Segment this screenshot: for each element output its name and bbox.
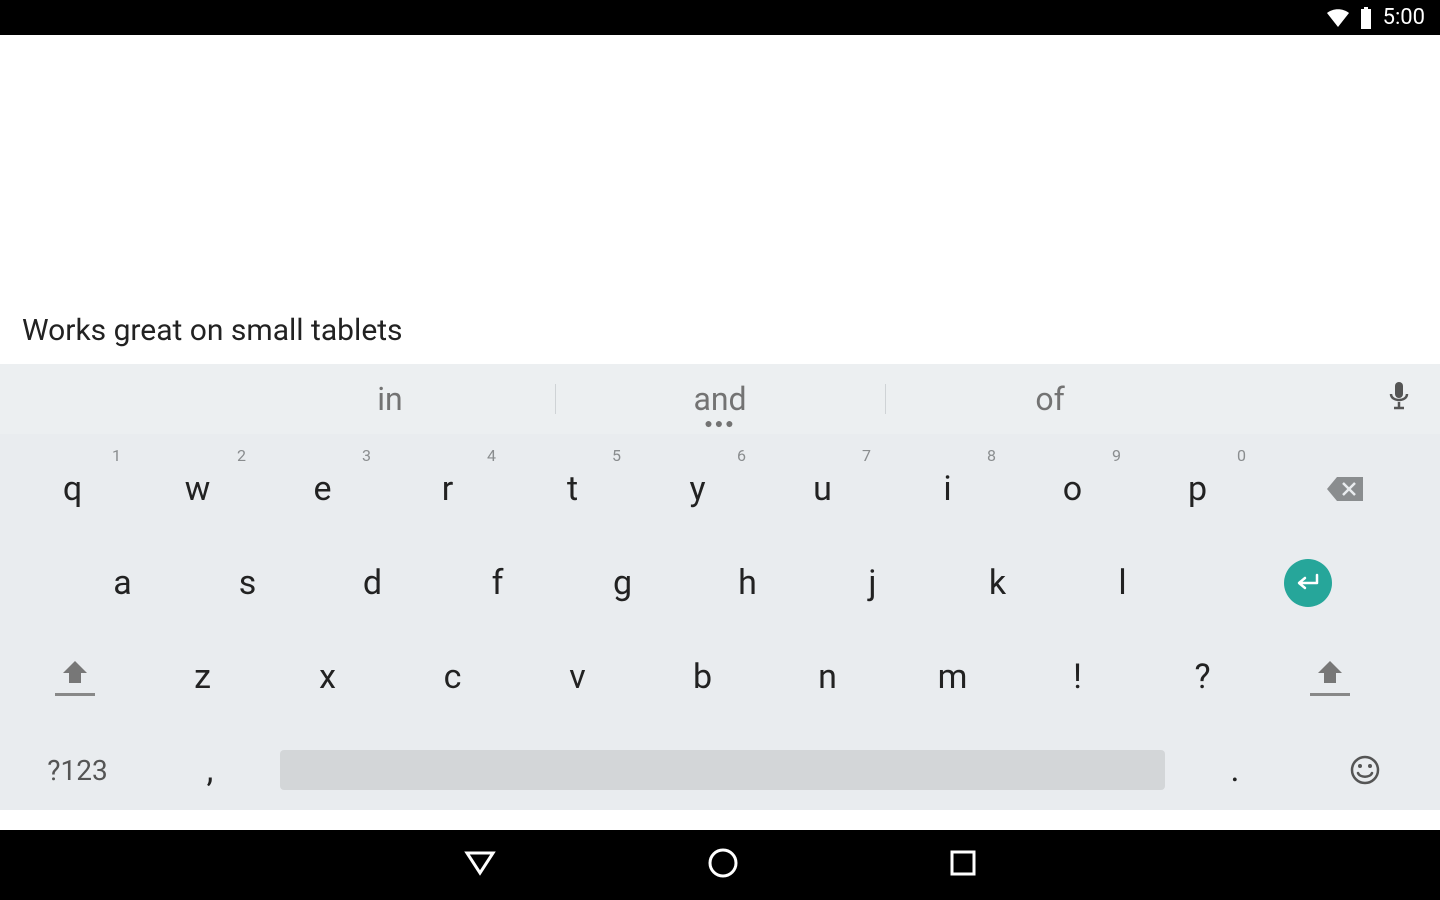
key-row-3: z x c v b n m ! ?: [0, 630, 1440, 724]
key-i[interactable]: i8: [885, 442, 1010, 536]
key-x[interactable]: x: [265, 630, 390, 724]
key-rows: q1 w2 e3 r4 t5 y6 u7 i8 o9 p0 a s d f g …: [0, 434, 1440, 810]
nav-back[interactable]: [463, 849, 497, 881]
suggestions: in and ●●● of: [0, 364, 1440, 434]
key-w[interactable]: w2: [135, 442, 260, 536]
key-exclaim[interactable]: !: [1015, 630, 1140, 724]
key-enter[interactable]: [1185, 536, 1430, 630]
text-input[interactable]: Works great on small tablets: [22, 313, 403, 348]
key-backspace[interactable]: [1260, 442, 1430, 536]
key-l[interactable]: l: [1060, 536, 1185, 630]
home-icon: [707, 847, 739, 879]
key-row-1: q1 w2 e3 r4 t5 y6 u7 i8 o9 p0: [0, 442, 1440, 536]
suggestion-2-label: and: [693, 380, 746, 418]
more-suggestions-icon: ●●●: [704, 415, 735, 432]
suggestion-1[interactable]: in: [225, 364, 555, 434]
suggestion-2[interactable]: and ●●●: [555, 364, 885, 434]
battery-icon: [1359, 7, 1373, 29]
key-k[interactable]: k: [935, 536, 1060, 630]
key-row-4: ?123 , .: [0, 730, 1440, 810]
key-shift-right[interactable]: [1265, 630, 1395, 724]
key-g[interactable]: g: [560, 536, 685, 630]
nav-recent[interactable]: [949, 849, 977, 881]
key-a[interactable]: a: [60, 536, 185, 630]
content-area[interactable]: Works great on small tablets: [0, 35, 1440, 364]
enter-icon: [1284, 559, 1332, 607]
key-b[interactable]: b: [640, 630, 765, 724]
key-t[interactable]: t5: [510, 442, 635, 536]
key-o[interactable]: o9: [1010, 442, 1135, 536]
key-symbols[interactable]: ?123: [10, 730, 145, 810]
shift-icon: [61, 659, 89, 685]
nav-bar: [0, 830, 1440, 900]
key-m[interactable]: m: [890, 630, 1015, 724]
mic-icon[interactable]: [1388, 382, 1410, 416]
key-u[interactable]: u7: [760, 442, 885, 536]
suggestion-3[interactable]: of: [885, 364, 1215, 434]
key-c[interactable]: c: [390, 630, 515, 724]
key-s[interactable]: s: [185, 536, 310, 630]
key-e[interactable]: e3: [260, 442, 385, 536]
key-emoji[interactable]: [1300, 730, 1430, 810]
spacebar: [280, 750, 1165, 790]
key-z[interactable]: z: [140, 630, 265, 724]
key-v[interactable]: v: [515, 630, 640, 724]
key-h[interactable]: h: [685, 536, 810, 630]
recent-icon: [949, 849, 977, 877]
status-time: 5:00: [1383, 5, 1425, 30]
key-period[interactable]: .: [1170, 730, 1300, 810]
back-icon: [463, 849, 497, 877]
key-p[interactable]: p0: [1135, 442, 1260, 536]
key-comma[interactable]: ,: [145, 730, 275, 810]
backspace-icon: [1325, 475, 1365, 503]
shift-icon: [1316, 659, 1344, 685]
key-row-2: a s d f g h j k l: [0, 536, 1440, 630]
key-y[interactable]: y6: [635, 442, 760, 536]
shift-underline: [55, 693, 95, 696]
key-f[interactable]: f: [435, 536, 560, 630]
key-j[interactable]: j: [810, 536, 935, 630]
key-question[interactable]: ?: [1140, 630, 1265, 724]
key-shift-left[interactable]: [10, 630, 140, 724]
suggestion-bar: in and ●●● of: [0, 364, 1440, 434]
key-d[interactable]: d: [310, 536, 435, 630]
key-n[interactable]: n: [765, 630, 890, 724]
nav-home[interactable]: [707, 847, 739, 883]
shift-underline: [1310, 693, 1350, 696]
wifi-icon: [1327, 9, 1349, 27]
key-r[interactable]: r4: [385, 442, 510, 536]
emoji-icon: [1349, 754, 1381, 786]
keyboard: in and ●●● of q1 w2 e3 r4 t5 y6 u7 i8 o9…: [0, 364, 1440, 810]
key-space[interactable]: [275, 730, 1170, 810]
status-bar: 5:00: [0, 0, 1440, 35]
key-q[interactable]: q1: [10, 442, 135, 536]
